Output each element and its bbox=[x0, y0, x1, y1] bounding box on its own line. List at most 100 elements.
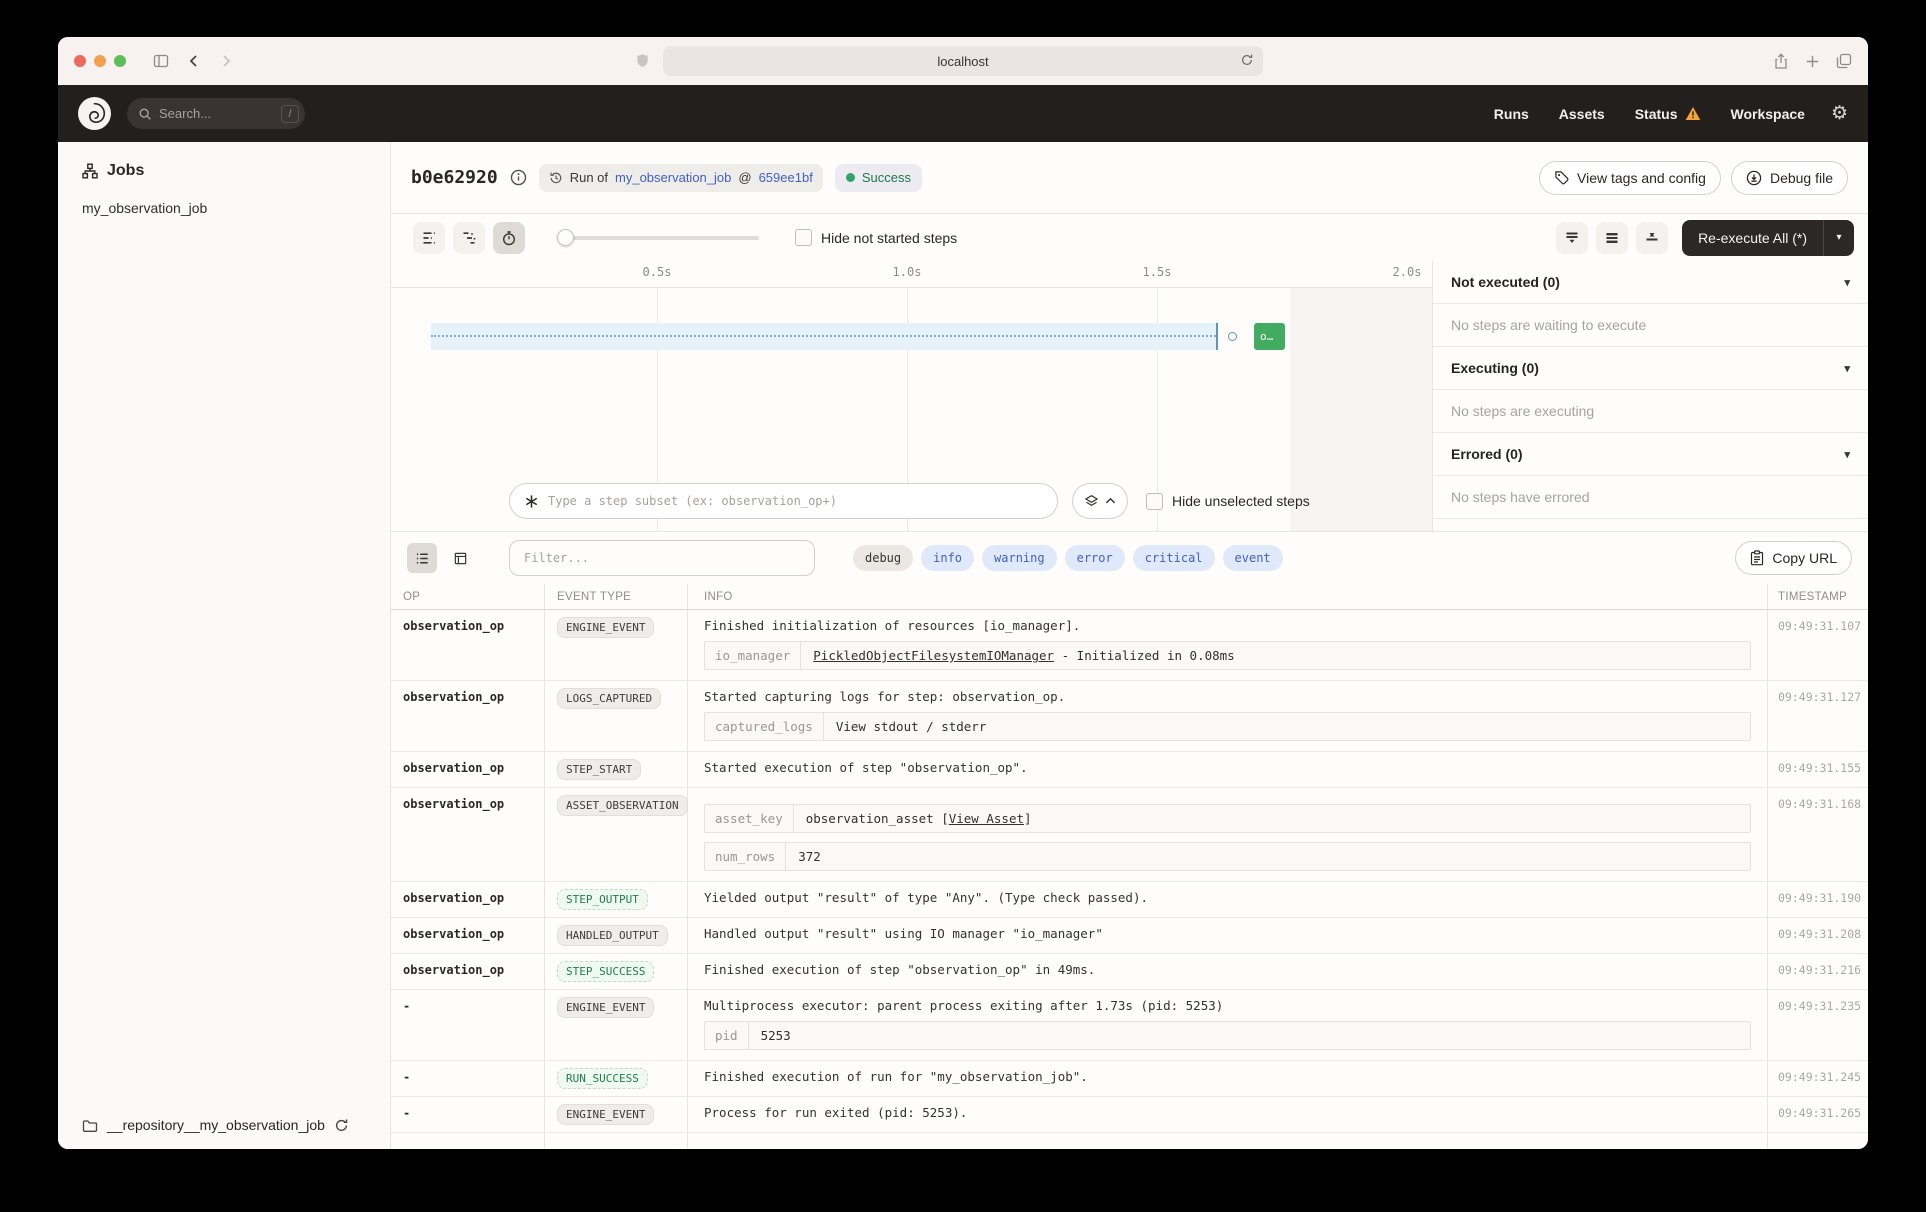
log-row[interactable]: observation_opSTEP_STARTStarted executio… bbox=[391, 752, 1868, 788]
url-text: localhost bbox=[937, 54, 988, 69]
level-pill-event[interactable]: event bbox=[1223, 545, 1283, 571]
level-pill-debug[interactable]: debug bbox=[853, 545, 913, 571]
log-table-header: OP EVENT TYPE INFO TIMESTAMP bbox=[391, 584, 1868, 610]
tab-overview-icon[interactable] bbox=[1836, 53, 1852, 69]
metadata-key: num_rows bbox=[705, 843, 786, 870]
log-row[interactable]: observation_opLOGS_CAPTUREDStarted captu… bbox=[391, 681, 1868, 752]
log-row[interactable]: observation_opHANDLED_OUTPUTHandled outp… bbox=[391, 918, 1868, 954]
minimize-window-button[interactable] bbox=[94, 55, 106, 67]
jobs-sidebar: Jobs my_observation_job __repository__my… bbox=[58, 142, 391, 1149]
status-section-body: No steps have errored bbox=[1433, 476, 1868, 519]
log-structured-view-button[interactable] bbox=[445, 543, 475, 573]
log-info-text: Finished execution of run for "my_observ… bbox=[704, 1069, 1751, 1084]
step-duration-bar[interactable] bbox=[431, 323, 1218, 350]
metadata-entry: pid5253 bbox=[704, 1021, 1751, 1050]
log-row[interactable]: observation_opASSET_OBSERVATIONasset_key… bbox=[391, 788, 1868, 882]
step-status-panel: Not executed (0)▾No steps are waiting to… bbox=[1432, 261, 1868, 531]
share-icon[interactable] bbox=[1773, 53, 1789, 70]
level-pill-warning[interactable]: warning bbox=[982, 545, 1057, 571]
refresh-icon[interactable] bbox=[334, 1118, 349, 1133]
metadata-link[interactable]: View Asset bbox=[949, 811, 1024, 826]
log-event-type: ENGINE_EVENT bbox=[545, 1097, 688, 1132]
zoom-window-button[interactable] bbox=[114, 55, 126, 67]
sidebar-item-job[interactable]: my_observation_job bbox=[58, 200, 390, 216]
metadata-text: - Initialized in 0.08ms bbox=[1054, 648, 1235, 663]
level-pill-critical[interactable]: critical bbox=[1133, 545, 1215, 571]
search-input[interactable] bbox=[159, 106, 259, 121]
warning-icon bbox=[1685, 106, 1701, 121]
run-hash-link[interactable]: 659ee1bf bbox=[759, 170, 813, 185]
log-row[interactable]: observation_opENGINE_EVENTFinished initi… bbox=[391, 610, 1868, 681]
log-op: - bbox=[391, 1097, 545, 1132]
level-pill-info[interactable]: info bbox=[921, 545, 974, 571]
dagster-logo[interactable] bbox=[78, 97, 111, 130]
sidebar-title: Jobs bbox=[107, 162, 144, 180]
status-label: Success bbox=[862, 170, 911, 185]
url-bar[interactable]: localhost bbox=[663, 46, 1263, 76]
nav-item-status[interactable]: Status bbox=[1635, 106, 1701, 122]
gear-icon[interactable]: ⚙ bbox=[1831, 102, 1848, 125]
log-timestamp: 09:49:31.245 bbox=[1768, 1061, 1868, 1096]
chevron-down-icon: ▾ bbox=[1844, 448, 1850, 461]
log-row[interactable]: -ENGINE_EVENTMultiprocess executor: pare… bbox=[391, 990, 1868, 1061]
log-list-view-button[interactable] bbox=[407, 543, 437, 573]
reexecute-dropdown-button[interactable]: ▾ bbox=[1824, 220, 1854, 256]
gantt-waterfall-view-button[interactable] bbox=[453, 222, 485, 254]
new-tab-icon[interactable] bbox=[1805, 54, 1820, 69]
hide-unselected-checkbox[interactable] bbox=[1146, 493, 1163, 510]
gantt-timed-view-button[interactable] bbox=[493, 222, 525, 254]
step-subset-input[interactable] bbox=[548, 494, 1043, 508]
log-op: - bbox=[391, 1061, 545, 1096]
metadata-text: ] bbox=[1024, 811, 1032, 826]
log-event-type: ENGINE_EVENT bbox=[545, 990, 688, 1060]
log-info-text: Handled output "result" using IO manager… bbox=[704, 926, 1751, 941]
status-section-header[interactable]: Executing (0)▾ bbox=[1433, 347, 1868, 390]
zoom-slider[interactable] bbox=[559, 236, 759, 240]
metadata-text: View stdout / stderr bbox=[836, 719, 987, 734]
status-section-header[interactable]: Not executed (0)▾ bbox=[1433, 261, 1868, 304]
forward-icon[interactable] bbox=[218, 53, 234, 69]
jobs-icon bbox=[82, 163, 98, 179]
close-window-button[interactable] bbox=[74, 55, 86, 67]
global-search[interactable]: / bbox=[127, 98, 305, 129]
app-header: / Runs Assets Status Workspace ⚙ bbox=[58, 85, 1868, 142]
nav-item-workspace[interactable]: Workspace bbox=[1731, 106, 1805, 122]
log-row[interactable]: -ENGINE_EVENTProcess for run exited (pid… bbox=[391, 1097, 1868, 1133]
log-row[interactable]: observation_opSTEP_OUTPUTYielded output … bbox=[391, 882, 1868, 918]
status-section-header[interactable]: Errored (0)▾ bbox=[1433, 433, 1868, 476]
level-pill-error[interactable]: error bbox=[1065, 545, 1125, 571]
log-filter-field[interactable] bbox=[509, 540, 815, 576]
gantt-pane: Hide not started steps Re-ex bbox=[391, 214, 1868, 532]
sidebar-toggle-icon[interactable] bbox=[152, 53, 170, 69]
info-icon[interactable] bbox=[510, 169, 527, 186]
gantt-flat-view-button[interactable] bbox=[413, 222, 445, 254]
hide-not-started-checkbox[interactable] bbox=[795, 229, 812, 246]
step-subset-field[interactable] bbox=[509, 483, 1058, 519]
gantt-toolbar: Hide not started steps Re-ex bbox=[391, 214, 1868, 261]
log-filter-input[interactable] bbox=[524, 551, 800, 565]
metadata-entry: asset_keyobservation_asset [View Asset] bbox=[704, 804, 1751, 833]
nav-item-assets[interactable]: Assets bbox=[1559, 106, 1605, 122]
debug-file-button[interactable]: Debug file bbox=[1731, 161, 1848, 195]
nav-item-runs[interactable]: Runs bbox=[1494, 106, 1529, 122]
metadata-link[interactable]: PickledObjectFilesystemIOManager bbox=[813, 648, 1054, 663]
graph-query-button[interactable] bbox=[1072, 483, 1128, 519]
repository-row[interactable]: __repository__my_observation_job bbox=[58, 1101, 390, 1149]
step-box-observation-op[interactable]: o… bbox=[1254, 323, 1285, 350]
copy-url-button[interactable]: Copy URL bbox=[1735, 541, 1852, 575]
status-section-header[interactable]: Succeeded (1)▸ bbox=[1433, 519, 1868, 531]
run-job-link[interactable]: my_observation_job bbox=[615, 170, 731, 185]
reload-icon[interactable] bbox=[1240, 53, 1254, 67]
back-icon[interactable] bbox=[186, 53, 202, 69]
collapse-panel-button[interactable] bbox=[1636, 222, 1668, 254]
log-row[interactable]: observation_opSTEP_SUCCESSFinished execu… bbox=[391, 954, 1868, 990]
slider-knob[interactable] bbox=[557, 229, 574, 246]
log-row[interactable]: -RUN_SUCCESSFinished execution of run fo… bbox=[391, 1061, 1868, 1097]
run-tag-prefix: Run of bbox=[570, 170, 608, 185]
view-tags-config-button[interactable]: View tags and config bbox=[1539, 161, 1721, 195]
reexecute-all-button[interactable]: Re-execute All (*) ▾ bbox=[1682, 220, 1854, 256]
empty-cell bbox=[688, 1133, 1768, 1149]
expand-panel-button[interactable] bbox=[1556, 222, 1588, 254]
split-panel-button[interactable] bbox=[1596, 222, 1628, 254]
log-info: Finished initialization of resources [io… bbox=[688, 610, 1768, 680]
